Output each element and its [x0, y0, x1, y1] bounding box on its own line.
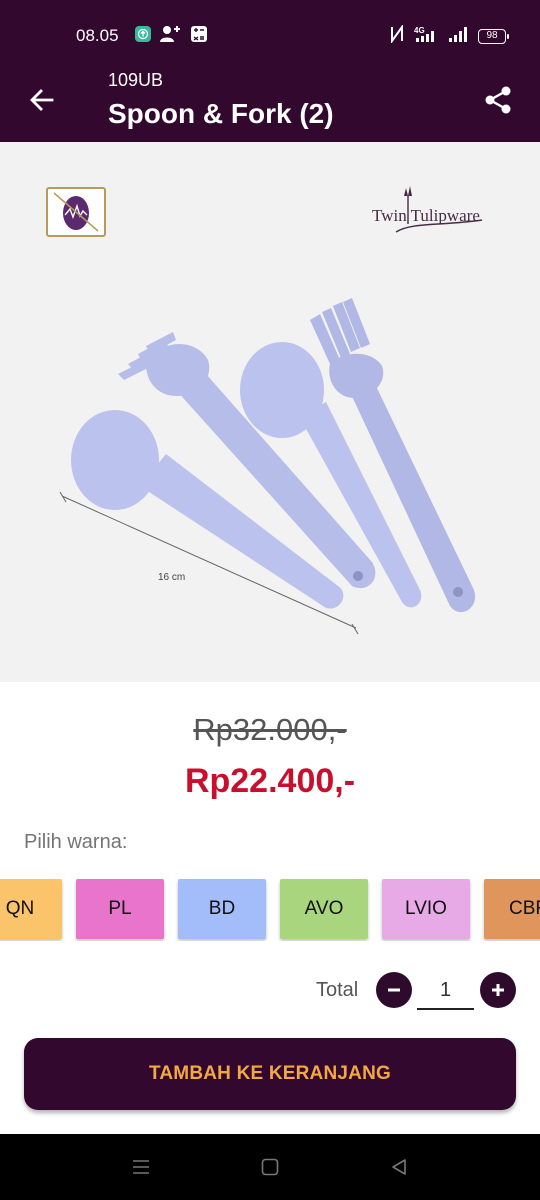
color-swatch-lvio[interactable]: LVIO [382, 879, 470, 939]
color-swatch-label: AVO [304, 898, 344, 919]
product-photo-spoon-fork: 16 cm [59, 298, 476, 635]
original-price: Rp32.000,- [193, 712, 347, 747]
system-navigation-bar [0, 1134, 540, 1200]
color-swatch-avo[interactable]: AVO [280, 879, 368, 939]
signal-icon [448, 25, 468, 48]
status-notification-icons [134, 25, 208, 48]
app-bar: 109UB Spoon & Fork (2) [0, 64, 540, 142]
status-time: 08.05 [76, 26, 119, 45]
share-icon [485, 86, 511, 114]
battery-icon: 98 [478, 29, 509, 44]
plus-icon [492, 984, 504, 996]
discount-price: Rp22.400,- [184, 762, 356, 800]
quantity-label: Total [316, 979, 359, 1001]
page-title: Spoon & Fork (2) [108, 98, 334, 129]
share-button[interactable] [480, 82, 516, 118]
color-swatch-bd[interactable]: BD [178, 879, 266, 939]
color-swatch-row[interactable]: QN PL BD AVO LVIO CBR [0, 879, 540, 941]
add-contact-icon [160, 25, 182, 48]
square-icon [261, 1158, 279, 1176]
color-swatch-label: QN [5, 898, 35, 919]
nav-back-button[interactable] [384, 1154, 414, 1180]
product-image: Twin Tulipware 16 cm [0, 142, 540, 682]
product-code: 109UB [108, 70, 164, 90]
back-button[interactable] [24, 82, 60, 118]
color-swatch-label: LVIO [405, 898, 447, 919]
menu-lines-icon [133, 1160, 149, 1174]
add-to-cart-label: TAMBAH KE KERANJANG [148, 1063, 391, 1084]
color-swatch-label: PL [108, 898, 132, 919]
arrow-back-icon [30, 89, 54, 111]
color-picker-label: Pilih warna: [24, 831, 128, 853]
calculator-icon [190, 25, 208, 48]
color-swatch-qn[interactable]: QN [0, 879, 62, 939]
status-system-icons: 4G 98 [390, 23, 509, 48]
svg-text:4G: 4G [414, 26, 425, 35]
add-to-cart-button[interactable]: TAMBAH KE KERANJANG [24, 1038, 516, 1110]
upload-icon [134, 25, 152, 48]
color-swatch-pl[interactable]: PL [76, 879, 164, 939]
color-swatch-label: CBR [509, 898, 540, 919]
network-signal-4g-icon: 4G [414, 25, 438, 48]
nav-home-button[interactable] [255, 1154, 285, 1180]
dimension-label: 16 cm [158, 572, 185, 583]
quantity-input[interactable] [417, 972, 474, 1010]
minus-icon [388, 988, 400, 992]
nav-recents-button[interactable] [126, 1154, 156, 1180]
triangle-back-icon [392, 1159, 406, 1175]
color-swatch-label: BD [208, 898, 236, 919]
status-bar: 08.05 4G 98 [0, 0, 540, 64]
nfc-icon [390, 23, 404, 48]
decrease-quantity-button[interactable] [376, 972, 412, 1008]
color-swatch-cbr[interactable]: CBR [484, 879, 540, 939]
increase-quantity-button[interactable] [480, 972, 516, 1008]
